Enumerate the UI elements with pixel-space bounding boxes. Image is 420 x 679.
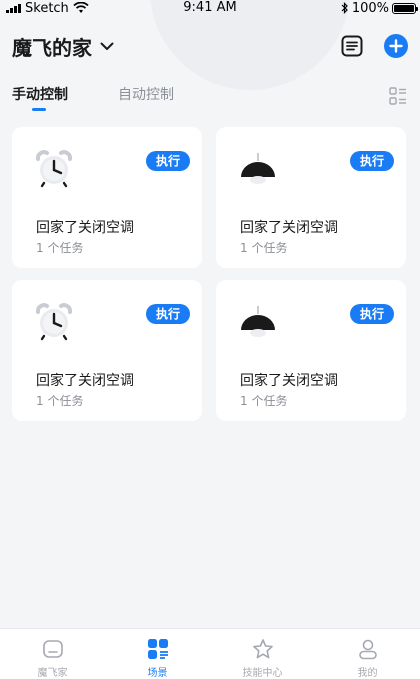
scene-task-count: 1 个任务 [240, 394, 288, 408]
tab-auto-control[interactable]: 自动控制 [118, 84, 174, 110]
layout-toggle-icon[interactable] [388, 86, 408, 106]
execute-button[interactable]: 执行 [349, 304, 394, 324]
scene-card[interactable]: 执行 回家了关闭空调 1 个任务 [216, 127, 406, 268]
scene-title: 回家了关闭空调 [36, 373, 134, 389]
scene-title: 回家了关闭空调 [36, 220, 134, 236]
home-icon [41, 637, 65, 660]
scene-card[interactable]: 执行 回家了关闭空调 1 个任务 [216, 280, 406, 421]
scene-task-count: 1 个任务 [36, 241, 84, 255]
header-actions [340, 34, 408, 58]
status-bar: Sketch 9:41 AM 100% [0, 0, 420, 16]
scene-task-count: 1 个任务 [36, 394, 84, 408]
ceiling-lamp-icon [238, 302, 278, 342]
execute-button[interactable]: 执行 [349, 151, 394, 171]
header: 魔飞的家 [12, 30, 408, 62]
tabbar-label: 场景 [147, 668, 168, 679]
person-icon [356, 637, 380, 660]
bluetooth-icon [341, 2, 348, 14]
add-icon[interactable] [384, 34, 408, 58]
tabbar-item-profile[interactable]: 我的 [315, 629, 420, 679]
tabbar-label: 魔飞家 [37, 668, 68, 679]
scene-task-count: 1 个任务 [240, 241, 288, 255]
scene-card[interactable]: 执行 回家了关闭空调 1 个任务 [12, 127, 202, 268]
tab-label: 手动控制 [12, 87, 68, 103]
home-selector-title[interactable]: 魔飞的家 [12, 32, 92, 61]
tab-manual-control[interactable]: 手动控制 [12, 84, 68, 111]
status-right: 100% [341, 0, 418, 16]
tabbar-label: 我的 [357, 668, 378, 679]
scene-card[interactable]: 执行 回家了关闭空调 1 个任务 [12, 280, 202, 421]
scene-page: Sketch 9:41 AM 100% 魔飞的家 手动控制 自动控制 执行 回家… [0, 0, 420, 679]
scene-tabs: 手动控制 自动控制 [12, 84, 408, 112]
scene-title: 回家了关闭空调 [240, 220, 338, 236]
tabbar-item-skills[interactable]: 技能中心 [210, 629, 315, 679]
tabbar-label: 技能中心 [242, 668, 283, 679]
scene-icon [146, 637, 170, 660]
execute-button[interactable]: 执行 [145, 151, 190, 171]
execute-button[interactable]: 执行 [145, 304, 190, 324]
star-icon [251, 637, 275, 660]
tab-label: 自动控制 [118, 87, 174, 103]
tab-active-indicator [32, 108, 46, 111]
alarm-clock-icon [34, 149, 74, 189]
bottom-tab-bar: 魔飞家 场景 技能中心 我的 [0, 628, 420, 679]
chevron-down-icon[interactable] [100, 39, 114, 53]
ceiling-lamp-icon [238, 149, 278, 189]
tabbar-item-home[interactable]: 魔飞家 [0, 629, 105, 679]
scene-title: 回家了关闭空调 [240, 373, 338, 389]
tabbar-item-scene[interactable]: 场景 [105, 629, 210, 679]
list-icon[interactable] [340, 34, 364, 58]
alarm-clock-icon [34, 302, 74, 342]
battery-percent: 100% [351, 0, 389, 16]
battery-icon [392, 2, 418, 14]
